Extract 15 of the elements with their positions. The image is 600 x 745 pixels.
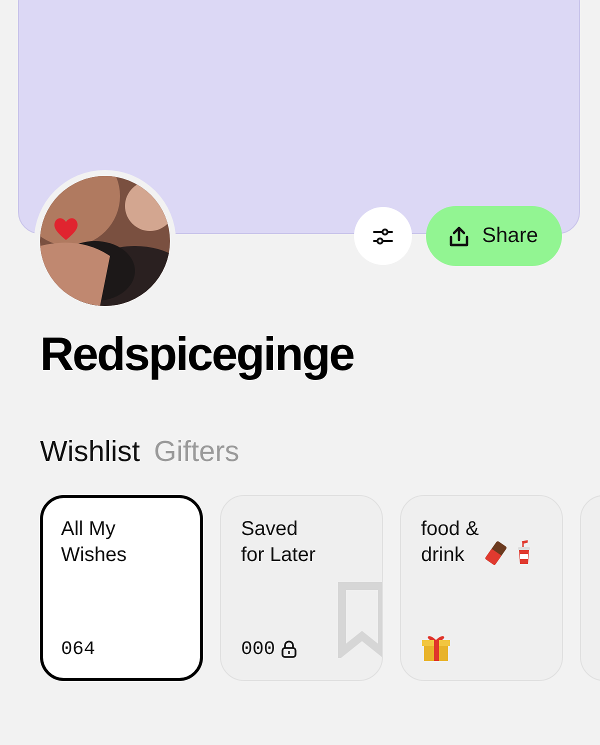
bookmark-icon xyxy=(338,582,382,658)
list-card[interactable]: Saved for Later 000 xyxy=(220,495,383,681)
list-title: food & drink xyxy=(421,517,479,568)
list-card[interactable]: All My Wishes 064 xyxy=(40,495,203,681)
item-count: 000 xyxy=(241,638,276,660)
list-title: Saved for Later xyxy=(241,517,316,568)
gift-icon xyxy=(421,633,451,662)
tab[interactable]: Wishlist xyxy=(40,436,140,469)
profile-name: Redspiceginge xyxy=(40,326,355,382)
sliders-icon xyxy=(372,226,394,246)
share-button[interactable]: Share xyxy=(426,206,562,266)
share-icon xyxy=(448,225,470,247)
list-card[interactable]: food & drink xyxy=(400,495,563,681)
item-count: 064 xyxy=(61,638,96,660)
list-title: All My Wishes xyxy=(61,517,127,568)
